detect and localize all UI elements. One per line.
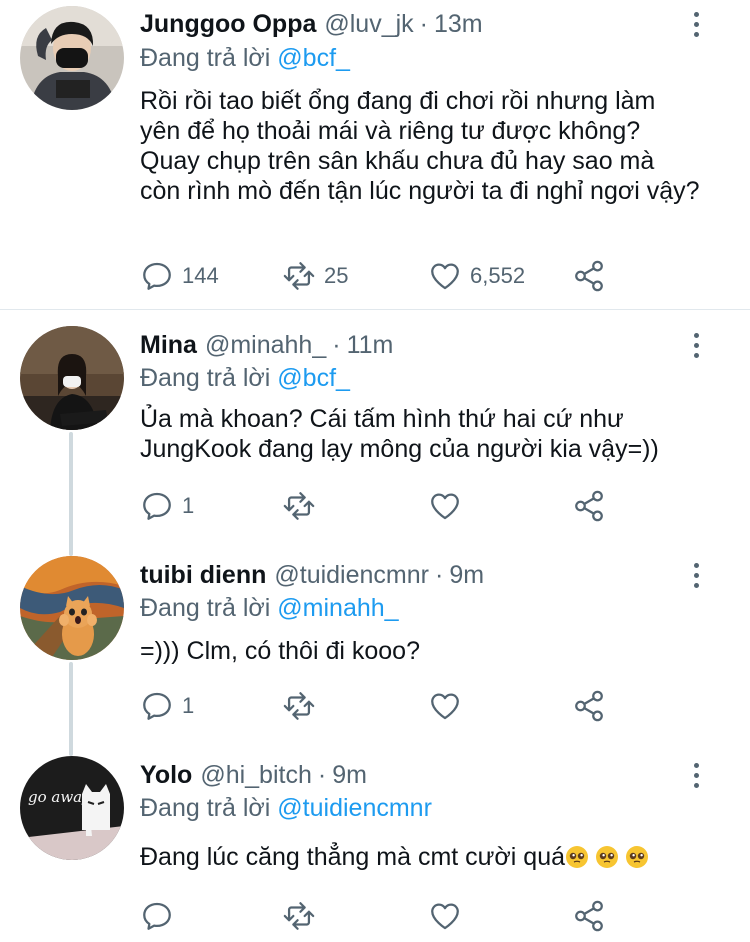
more-options-icon[interactable] (682, 7, 710, 41)
reply-button[interactable]: 144 (140, 256, 219, 296)
timestamp[interactable]: 11m (347, 331, 394, 360)
tweet-actions: 144 25 6,552 (140, 256, 620, 296)
display-name[interactable]: tuibi dienn (140, 561, 266, 590)
pleading-face-icon (626, 846, 649, 868)
pleading-face-icon (596, 846, 619, 868)
like-button[interactable] (428, 896, 462, 936)
timestamp[interactable]: 9m (332, 761, 367, 790)
tweet-text: =))) Clm, có thôi đi kooo? (140, 637, 420, 665)
reply-icon (143, 492, 171, 520)
reply-button[interactable]: 1 (140, 486, 194, 526)
avatar[interactable] (20, 6, 124, 110)
tweet-text: Đang lúc căng thẳng mà cmt cười quá (140, 842, 700, 872)
divider (0, 309, 750, 310)
like-button[interactable]: 6,552 (428, 256, 525, 296)
avatar-image (20, 326, 124, 430)
reply-button[interactable] (140, 896, 174, 936)
share-button[interactable] (572, 256, 606, 296)
share-icon (575, 490, 603, 522)
avatar-image (20, 556, 124, 660)
tweet-text: Ủa mà khoan? Cái tấm hình thứ hai cứ như… (140, 405, 659, 463)
separator-dot: · (317, 760, 327, 789)
avatar-image: go away (20, 756, 124, 860)
pleading-face-icon (566, 846, 589, 868)
reply-count: 1 (182, 493, 195, 518)
retweet-icon (283, 902, 315, 930)
user-handle[interactable]: @tuidiencmnr (274, 561, 429, 590)
avatar[interactable]: go away (20, 756, 124, 860)
more-options-icon[interactable] (682, 558, 710, 592)
separator-dot: · (332, 330, 341, 359)
more-options-icon[interactable] (682, 328, 710, 362)
share-icon (575, 260, 603, 292)
like-button[interactable] (428, 686, 462, 726)
display-name[interactable]: Yolo (140, 761, 192, 790)
replying-to: Đang trả lời @tuidiencmnr (140, 794, 432, 823)
tweet[interactable]: Junggoo Oppa @luv_jk · 13m Đang trả lời … (0, 0, 750, 310)
tweet-header: Yolo @hi_bitch · 9m (140, 758, 367, 792)
share-button[interactable] (572, 686, 606, 726)
tweet[interactable]: Mina @minahh_ · 11m Đang trả lời @bcf_ Ủ… (0, 326, 750, 546)
reply-icon (143, 902, 171, 930)
replying-to-label: Đang trả lời (140, 44, 271, 72)
like-button[interactable] (428, 486, 462, 526)
share-button[interactable] (572, 486, 606, 526)
replying-to: Đang trả lời @minahh_ (140, 594, 399, 623)
retweet-count: 25 (324, 263, 349, 288)
retweet-icon (283, 492, 315, 520)
mention-link[interactable]: @tuidiencmnr (277, 794, 432, 822)
tweet[interactable]: tuibi dienn @tuidiencmnr · 9m Đang trả l… (0, 556, 750, 736)
reply-icon (143, 692, 171, 720)
user-handle[interactable]: @luv_jk (324, 10, 413, 39)
replying-to-label: Đang trả lời (140, 364, 271, 392)
share-button[interactable] (572, 896, 606, 936)
timestamp[interactable]: 13m (434, 10, 483, 39)
reply-icon (143, 262, 171, 290)
reply-count: 1 (182, 693, 195, 718)
like-count: 6,552 (470, 263, 526, 288)
separator-dot: · (419, 9, 428, 38)
mention-link[interactable]: @bcf_ (277, 44, 350, 72)
retweet-button[interactable] (282, 486, 316, 526)
heart-icon (431, 693, 459, 720)
tweet-actions: 1 (140, 686, 620, 726)
tweet-text-body: Đang lúc căng thẳng mà cmt cười quá (140, 843, 566, 871)
avatar[interactable] (20, 326, 124, 430)
avatar-text: go away (28, 788, 91, 806)
reply-count: 144 (182, 263, 219, 288)
mention-link[interactable]: @minahh_ (277, 594, 398, 622)
user-handle[interactable]: @hi_bitch (200, 761, 312, 790)
user-handle[interactable]: @minahh_ (205, 331, 326, 360)
replying-to: Đang trả lời @bcf_ (140, 44, 350, 73)
avatar[interactable] (20, 556, 124, 660)
more-options-icon[interactable] (682, 758, 710, 792)
tweet-header: Mina @minahh_ · 11m (140, 328, 393, 362)
retweet-button[interactable] (282, 896, 316, 936)
replying-to: Đang trả lời @bcf_ (140, 364, 350, 393)
tweet-actions (140, 896, 620, 936)
tweet[interactable]: go away Yolo @hi_bitch · 9m Đang trả lời… (0, 756, 750, 942)
reply-button[interactable]: 1 (140, 686, 194, 726)
heart-icon (431, 903, 459, 930)
tweet-header: Junggoo Oppa @luv_jk · 13m (140, 7, 483, 41)
separator-dot: · (434, 560, 444, 589)
timestamp[interactable]: 9m (449, 561, 484, 590)
retweet-icon (283, 262, 315, 290)
display-name[interactable]: Junggoo Oppa (140, 10, 316, 39)
tweet-text: Rồi rồi tao biết ổng đang đi chơi rồi nh… (140, 87, 700, 205)
share-icon (575, 690, 603, 722)
share-icon (575, 900, 603, 932)
heart-icon (431, 493, 459, 520)
tweet-header: tuibi dienn @tuidiencmnr · 9m (140, 558, 484, 592)
heart-icon (431, 263, 459, 290)
avatar-image (20, 6, 124, 110)
display-name[interactable]: Mina (140, 331, 197, 360)
replying-to-label: Đang trả lời (140, 594, 271, 622)
retweet-button[interactable] (282, 686, 316, 726)
mention-link[interactable]: @bcf_ (277, 364, 350, 392)
retweet-button[interactable]: 25 (282, 256, 348, 296)
retweet-icon (283, 692, 315, 720)
replying-to-label: Đang trả lời (140, 794, 271, 822)
tweet-actions: 1 (140, 486, 620, 526)
